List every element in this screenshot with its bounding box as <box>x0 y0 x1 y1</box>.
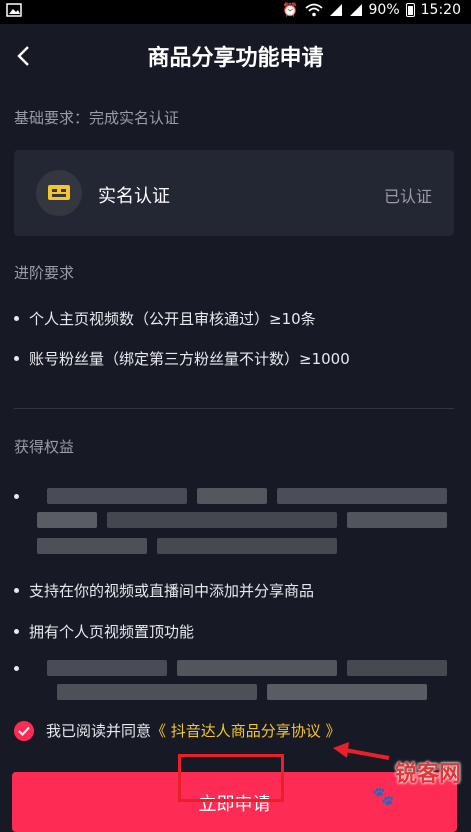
benefit-pin-video: 拥有个人页视频置顶功能 <box>29 623 195 641</box>
annotation-highlight-box <box>178 754 284 802</box>
list-item: 支持在你的视频或直播间中添加并分享商品 <box>14 580 314 601</box>
list-item: 个人主页视频数（公开且审核通过）≥10条 <box>14 308 316 329</box>
battery-icon <box>405 3 415 17</box>
agreement-link[interactable]: 《 抖音达人商品分享协议 》 <box>151 720 341 741</box>
agreement-prefix: 我已阅读并同意 <box>46 722 152 740</box>
advanced-requirement-label: 进阶要求 <box>14 264 75 282</box>
check-icon <box>18 726 30 736</box>
redacted-benefit <box>14 488 457 560</box>
agreement-checkbox[interactable] <box>14 720 34 741</box>
signal-icon <box>329 4 342 16</box>
alarm-icon: ⏰ <box>282 2 299 18</box>
bullet-icon <box>14 494 19 499</box>
bullet-icon <box>14 356 19 361</box>
benefits-label: 获得权益 <box>14 438 75 456</box>
verification-title: 实名认证 <box>98 186 170 207</box>
list-item: 账号粉丝量（绑定第三方粉丝量不计数）≥1000 <box>14 348 350 369</box>
bullet-icon <box>14 316 19 321</box>
requirement-video-count: 个人主页视频数（公开且审核通过）≥10条 <box>29 310 316 328</box>
bullet-icon <box>14 588 19 593</box>
page-title: 商品分享功能申请 <box>147 46 324 71</box>
id-card-icon <box>36 170 82 216</box>
requirement-follower-count: 账号粉丝量（绑定第三方粉丝量不计数）≥1000 <box>29 350 350 368</box>
battery-percent: 90% <box>368 2 400 18</box>
pixelated-text <box>37 488 457 560</box>
paw-logo-icon: 🐾 <box>372 786 395 807</box>
verification-status: 已认证 <box>383 187 432 206</box>
benefit-share-products: 支持在你的视频或直播间中添加并分享商品 <box>29 582 315 600</box>
bullet-icon <box>14 629 19 634</box>
watermark-text: 锐客网 <box>394 762 461 787</box>
signal-icon <box>349 4 362 16</box>
basic-requirement-label: 基础要求：完成实名认证 <box>14 109 180 127</box>
wifi-icon <box>304 3 323 17</box>
image-icon <box>6 3 22 17</box>
annotation-arrow-icon <box>333 742 390 760</box>
pixelated-text <box>37 660 457 706</box>
verification-card[interactable]: 实名认证 已认证 <box>14 150 454 236</box>
nav-bar: 商品分享功能申请 <box>0 24 471 88</box>
clock: 15:20 <box>420 2 461 18</box>
divider <box>14 408 454 409</box>
redacted-benefit <box>14 660 457 706</box>
agreement-row: 我已阅读并同意 《 抖音达人商品分享协议 》 <box>14 720 341 741</box>
status-bar: ⏰ 90% 15:20 <box>0 0 471 24</box>
bullet-icon <box>14 666 19 671</box>
list-item: 拥有个人页视频置顶功能 <box>14 621 194 642</box>
